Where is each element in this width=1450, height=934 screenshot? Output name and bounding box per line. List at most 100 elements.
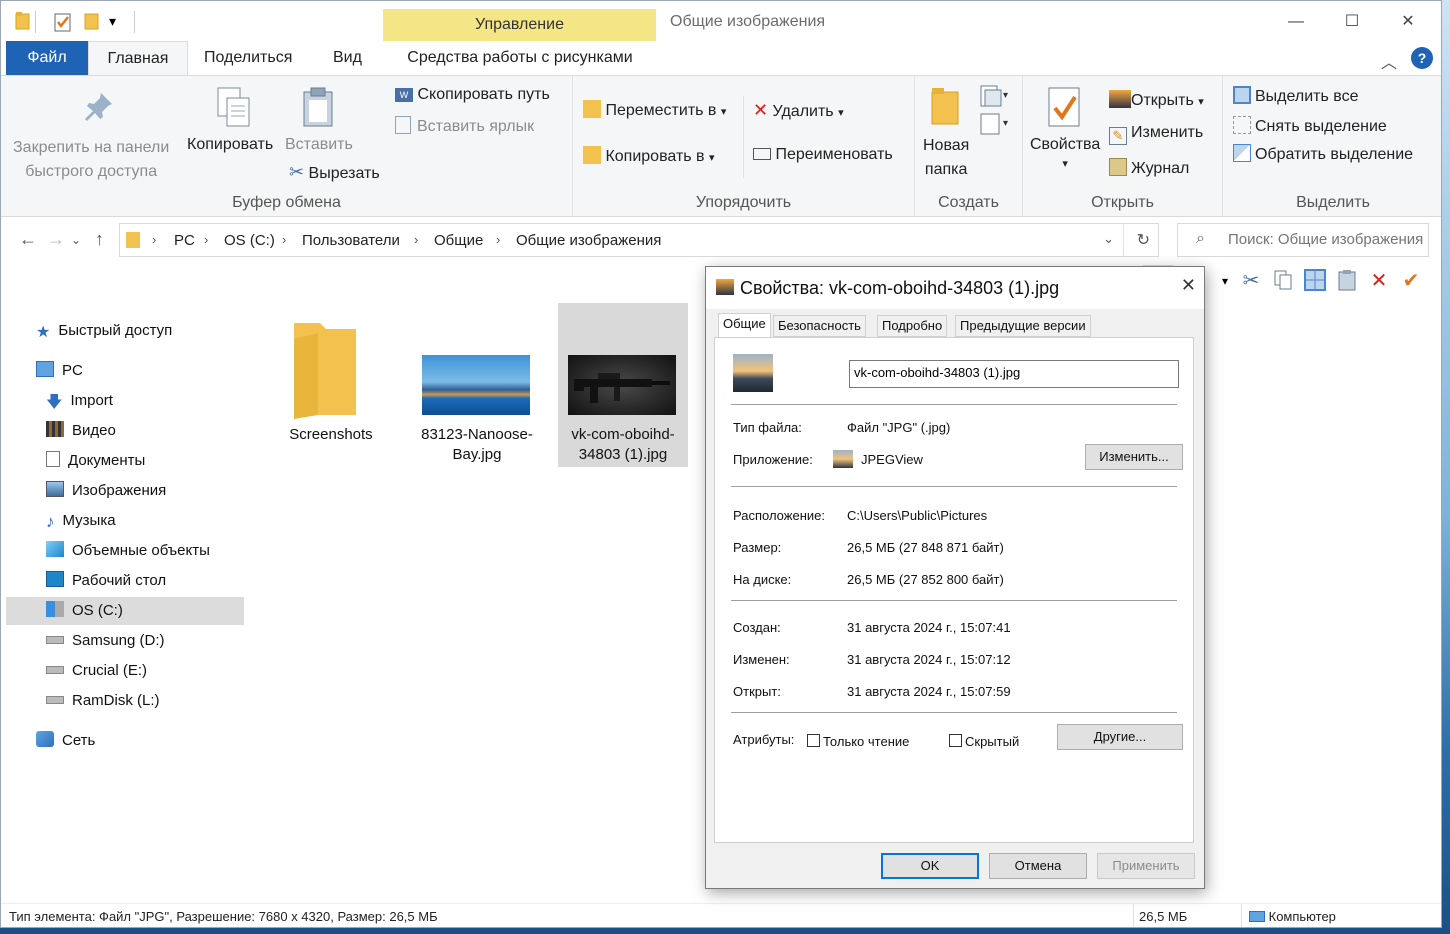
breadcrumb-pc[interactable]: PC (174, 232, 195, 249)
copy-to-button[interactable]: Копировать в ▾ (583, 146, 715, 166)
ok-button[interactable]: OK (881, 853, 979, 879)
address-bar[interactable]: › PC › OS (C:) › Пользователи › Общие › … (119, 223, 1159, 257)
nav-samsung-d[interactable]: Samsung (D:) (46, 627, 165, 655)
hidden-checkbox[interactable] (949, 734, 962, 747)
paste-shortcut-button[interactable]: Вставить ярлык (395, 116, 534, 136)
address-history-chevron-icon[interactable]: ⌄ (1103, 231, 1114, 247)
tab-home[interactable]: Главная (88, 41, 188, 76)
properties-check-icon[interactable]: ✔ (1399, 269, 1423, 293)
general-tab-panel: vk-com-oboihd-34803 (1).jpg Тип файла: Ф… (714, 337, 1194, 843)
recent-chevron-icon[interactable]: ⌄ (71, 233, 81, 247)
file-item-image[interactable]: 83123-Nanoose- Bay.jpg (412, 303, 542, 467)
dialog-close-icon[interactable]: ✕ (1181, 275, 1196, 296)
breadcrumb-separator-icon[interactable]: › (152, 232, 156, 247)
close-button[interactable]: ✕ (1385, 7, 1431, 37)
nav-music[interactable]: ♪ Музыка (46, 507, 116, 535)
tab-details[interactable]: Подробно (877, 315, 948, 337)
easy-access-icon[interactable]: ▾ (979, 112, 1013, 141)
hidden-label: Скрытый (965, 734, 1020, 749)
file-item-folder[interactable]: Screenshots (266, 303, 396, 467)
change-app-button[interactable]: Изменить... (1085, 444, 1183, 470)
properties-check-icon[interactable] (53, 11, 73, 33)
new-folder-button[interactable]: Новая папка (923, 134, 969, 182)
minimize-button[interactable]: — (1273, 7, 1319, 37)
breadcrumb-separator-icon[interactable]: › (204, 232, 208, 247)
nav-3d-objects[interactable]: Объемные объекты (46, 537, 210, 565)
collapse-ribbon-icon[interactable]: ︿ (1381, 49, 1397, 73)
file-item-image-selected[interactable]: vk-com-oboihd- 34803 (1).jpg (558, 303, 688, 467)
manage-context-tab[interactable]: Управление (383, 9, 656, 41)
breadcrumb-separator-icon[interactable]: › (282, 232, 286, 247)
new-item-icon[interactable]: ▾ (979, 84, 1013, 113)
tab-share[interactable]: Поделиться (188, 41, 308, 75)
select-all-icon[interactable] (1303, 269, 1327, 293)
download-arrow-icon: 🡇 (46, 394, 63, 411)
new-folder-icon[interactable] (83, 11, 103, 33)
refresh-icon[interactable]: ↻ (1137, 230, 1150, 250)
breadcrumb-separator-icon[interactable]: › (414, 232, 418, 247)
nav-import[interactable]: 🡇 Import (46, 387, 113, 415)
select-all-button[interactable]: Выделить все (1233, 86, 1358, 106)
pin-quick-access-button[interactable]: Закрепить на панели быстрого доступа (13, 136, 169, 184)
paste-icon[interactable] (1335, 269, 1359, 293)
size-value: 26,5 МБ (27 848 871 байт) (847, 540, 1004, 555)
scissors-icon: ✂ (289, 162, 305, 182)
move-to-button[interactable]: Переместить в ▾ (583, 100, 726, 120)
nav-video[interactable]: Видео (46, 417, 116, 445)
delete-x-icon[interactable]: ✕ (1367, 269, 1391, 293)
back-arrow-icon[interactable]: ← (19, 229, 37, 250)
nav-pc[interactable]: PC (36, 357, 83, 385)
history-button[interactable]: Журнал (1109, 158, 1189, 178)
copy-icon[interactable] (1271, 269, 1295, 293)
nav-network[interactable]: Сеть (36, 727, 95, 755)
advanced-attributes-button[interactable]: Другие... (1057, 724, 1183, 750)
up-arrow-icon[interactable]: ↑ (95, 229, 104, 250)
nav-documents[interactable]: Документы (46, 447, 145, 475)
dropdown-arrow-icon: ▾ (709, 152, 715, 164)
tab-view[interactable]: Вид (317, 41, 378, 75)
breadcrumb-public-pictures[interactable]: Общие изображения (516, 232, 661, 249)
copy-button[interactable]: Копировать (187, 136, 273, 154)
search-box[interactable]: ⌕ (1177, 223, 1429, 257)
tab-previous-versions[interactable]: Предыдущие версии (955, 315, 1091, 337)
filename-input[interactable]: vk-com-oboihd-34803 (1).jpg (849, 360, 1179, 388)
cancel-button[interactable]: Отмена (989, 853, 1087, 879)
breadcrumb-os-c[interactable]: OS (C:) (224, 232, 275, 249)
breadcrumb-separator-icon[interactable]: › (496, 232, 500, 247)
cut-button[interactable]: ✂ Вырезать (289, 162, 380, 183)
nav-desktop[interactable]: Рабочий стол (46, 567, 166, 595)
readonly-checkbox[interactable] (807, 734, 820, 747)
tab-security[interactable]: Безопасность (773, 315, 866, 337)
breadcrumb-users[interactable]: Пользователи (302, 232, 400, 249)
help-icon[interactable]: ? (1411, 47, 1433, 69)
apply-button[interactable]: Применить (1097, 853, 1195, 879)
maximize-button[interactable]: ☐ (1329, 7, 1375, 37)
breadcrumb-public[interactable]: Общие (434, 232, 483, 249)
tab-file[interactable]: Файл (6, 41, 88, 75)
forward-arrow-icon[interactable]: → (47, 229, 65, 250)
title-bar: ▾ Управление Общие изображения — ☐ ✕ (1, 1, 1441, 43)
rename-button[interactable]: Переименовать (753, 146, 893, 164)
paste-button[interactable]: Вставить (285, 136, 353, 154)
select-none-button[interactable]: Снять выделение (1233, 116, 1387, 136)
open-button[interactable]: Открыть ▾ (1109, 90, 1204, 110)
cut-icon[interactable]: ✂ (1239, 269, 1263, 293)
nav-ramdisk-l[interactable]: RamDisk (L:) (46, 687, 160, 715)
folder-icon[interactable] (15, 11, 35, 33)
nav-crucial-e[interactable]: Crucial (E:) (46, 657, 147, 685)
folder-icon (126, 232, 140, 248)
delete-button[interactable]: ✕ Удалить ▾ (753, 100, 844, 121)
dropdown-arrow-icon: ▾ (1062, 158, 1068, 170)
tab-picture-tools[interactable]: Средства работы с рисунками (384, 41, 656, 75)
copy-path-button[interactable]: W Скопировать путь (395, 86, 550, 104)
tab-general[interactable]: Общие (718, 313, 771, 337)
nav-quick-access[interactable]: ★ Быстрый доступ (36, 317, 172, 345)
nav-pictures[interactable]: Изображения (46, 477, 166, 505)
nav-os-c[interactable]: OS (C:) (6, 597, 244, 625)
edit-button[interactable]: ✎ Изменить (1109, 124, 1203, 145)
search-input[interactable] (1228, 231, 1428, 248)
properties-button[interactable]: Свойства ▾ (1030, 136, 1100, 172)
customize-chevron-icon[interactable]: ▾ (109, 13, 129, 35)
toolbar-dropdown-icon[interactable]: ▾ (1213, 269, 1237, 293)
invert-selection-button[interactable]: Обратить выделение (1233, 144, 1413, 164)
